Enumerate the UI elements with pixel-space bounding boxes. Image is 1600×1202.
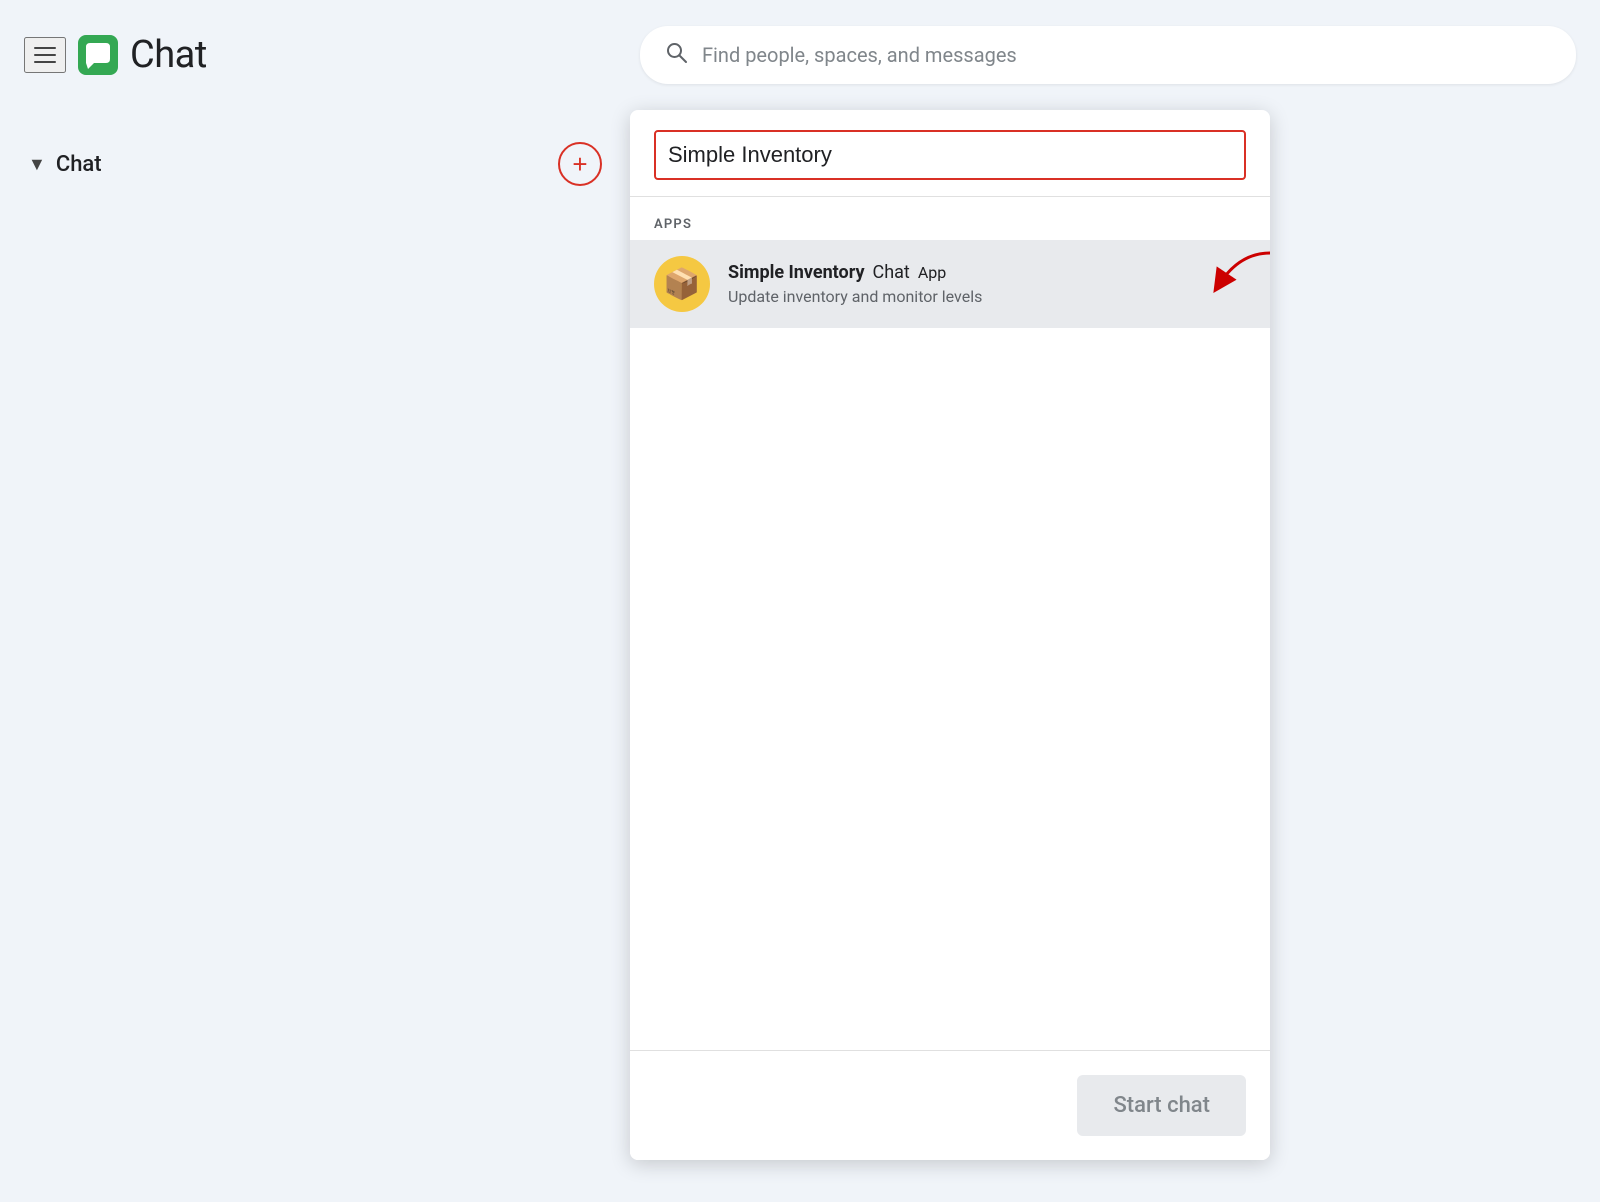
app-name-bold: Simple Inventory	[728, 262, 865, 283]
sidebar: ▼ Chat +	[0, 110, 630, 1202]
new-chat-search-input[interactable]	[654, 130, 1246, 180]
dropdown-footer: Start chat	[630, 1050, 1270, 1160]
search-bar[interactable]: Find people, spaces, and messages	[640, 26, 1576, 84]
app-name-chat: Chat	[873, 262, 910, 283]
app-icon: 📦	[654, 256, 710, 312]
google-chat-logo	[78, 35, 118, 75]
dropdown-search-area	[630, 110, 1270, 197]
header: Chat Find people, spaces, and messages	[0, 0, 1600, 110]
plus-icon: +	[572, 151, 587, 177]
start-chat-button[interactable]: Start chat	[1077, 1075, 1246, 1136]
apps-section-label: APPS	[630, 197, 1270, 240]
main-layout: ▼ Chat + APPS 📦 Simple Inventory Chat	[0, 110, 1600, 1202]
new-chat-dropdown: APPS 📦 Simple Inventory Chat App Update …	[630, 110, 1270, 1160]
red-arrow-annotation	[1190, 248, 1270, 308]
search-placeholder-text: Find people, spaces, and messages	[702, 43, 1017, 67]
sidebar-chat-section: ▼ Chat +	[16, 134, 614, 194]
app-description: Update inventory and monitor levels	[728, 287, 1246, 306]
chevron-down-icon: ▼	[28, 154, 46, 175]
chat-section-title: Chat	[56, 152, 102, 177]
search-icon	[664, 40, 688, 70]
sidebar-chat-label: ▼ Chat	[28, 152, 102, 177]
add-chat-button[interactable]: +	[558, 142, 602, 186]
hamburger-menu-button[interactable]	[24, 37, 66, 73]
package-icon: 📦	[663, 267, 700, 302]
app-name-line: Simple Inventory Chat App	[728, 262, 1246, 283]
app-title: Chat	[130, 33, 207, 77]
app-info: Simple Inventory Chat App Update invento…	[728, 262, 1246, 306]
app-result-item[interactable]: 📦 Simple Inventory Chat App Update inven…	[630, 240, 1270, 328]
app-type-badge: App	[918, 263, 946, 282]
header-left: Chat	[24, 33, 624, 77]
